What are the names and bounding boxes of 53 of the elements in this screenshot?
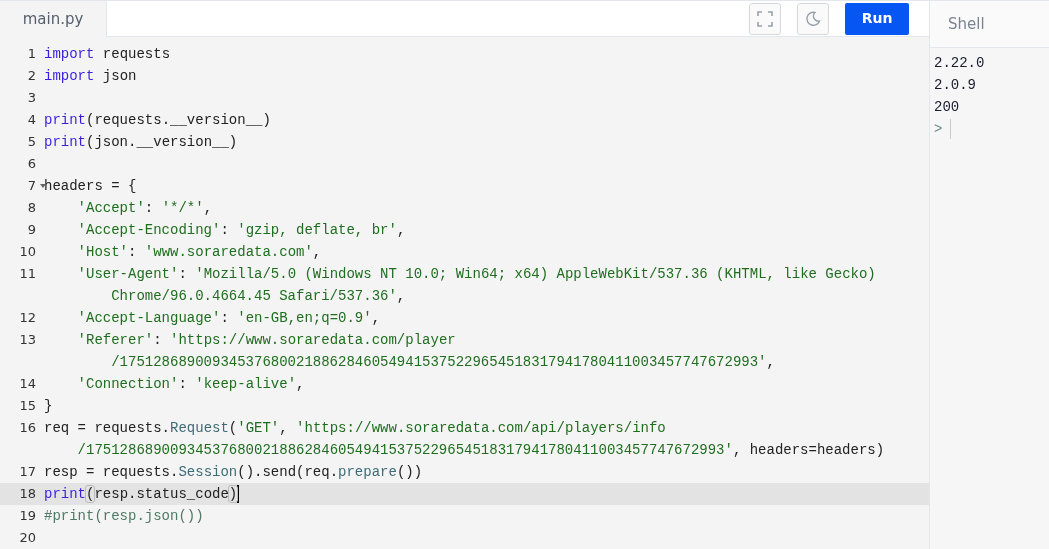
shell-output-line: 2.22.0: [934, 54, 986, 73]
line-number: 8: [27, 199, 36, 217]
code-line: /1751286890093453768002188628460549415375229654518317941780411003457747672993',: [110, 353, 776, 372]
file-tab[interactable]: main.py: [0, 1, 107, 37]
line-number: 16: [19, 419, 36, 437]
line-number: 10: [19, 243, 36, 261]
moon-icon: [805, 10, 821, 27]
code-line: }: [44, 397, 54, 416]
code-line: print(resp.status_code): [44, 484, 241, 505]
fullscreen-button[interactable]: [749, 2, 781, 35]
code-line: req = requests.Request('GET', 'https://www.soraredata.com/api/players/info: [44, 419, 667, 438]
line-number: 2: [27, 67, 36, 85]
line-number: 14: [19, 375, 36, 393]
code-line: 'Accept': '*/*',: [76, 199, 214, 218]
code-line: #print(resp.json()): [44, 507, 205, 526]
line-number: 4: [27, 111, 36, 129]
line-number: 7: [27, 177, 36, 195]
line-number: 19: [19, 507, 36, 525]
code-line: headers = {: [44, 177, 138, 196]
line-number: 12: [19, 309, 36, 327]
line-number: 17: [19, 463, 36, 481]
code-line: resp = requests.Session().send(req.prepare()): [44, 463, 424, 482]
code-line: 'Accept-Encoding': 'gzip, deflate, br',: [76, 221, 407, 240]
line-number: 18: [19, 485, 36, 503]
line-number: 5: [27, 133, 36, 151]
line-number: 15: [19, 397, 36, 415]
code-line: import requests: [44, 45, 172, 64]
line-number: 6: [27, 155, 36, 173]
code-line: Chrome/96.0.4664.45 Safari/537.36',: [110, 287, 407, 306]
run-button[interactable]: Run: [845, 2, 909, 35]
shell-output-line: 2.0.9: [934, 76, 977, 95]
fold-arrow-icon[interactable]: [40, 184, 46, 188]
line-number: 3: [27, 89, 36, 107]
code-line: print(requests.__version__): [44, 111, 272, 130]
code-line: 'Host': 'www.soraredata.com',: [76, 243, 323, 262]
fullscreen-icon: [757, 10, 773, 27]
code-line: import json: [44, 67, 138, 86]
code-line: 'Connection': 'keep-alive',: [76, 375, 306, 394]
line-number: 9: [27, 221, 36, 239]
shell-title: Shell: [948, 13, 985, 35]
line-number: 11: [19, 265, 36, 283]
theme-button[interactable]: [797, 2, 829, 35]
line-number: 1: [27, 45, 36, 63]
code-line: /1751286890093453768002188628460549415375229654518317941780411003457747672993', headers=headers): [76, 441, 886, 460]
text-cursor: [950, 119, 952, 140]
shell-prompt: >: [934, 121, 943, 137]
code-line: 'User-Agent': 'Mozilla/5.0 (Windows NT 10.0; Win64; x64) AppleWebKit/537.36 (KHTML, like Gecko): [76, 265, 877, 284]
code-line: 'Accept-Language': 'en-GB,en;q=0.9',: [76, 309, 382, 328]
code-line: print(json.__version__): [44, 133, 239, 152]
line-number: 13: [19, 331, 36, 349]
shell-output-line: 200: [934, 98, 961, 117]
line-number: 20: [19, 529, 36, 547]
code-line: 'Referer': 'https://www.soraredata.com/player: [76, 331, 457, 350]
